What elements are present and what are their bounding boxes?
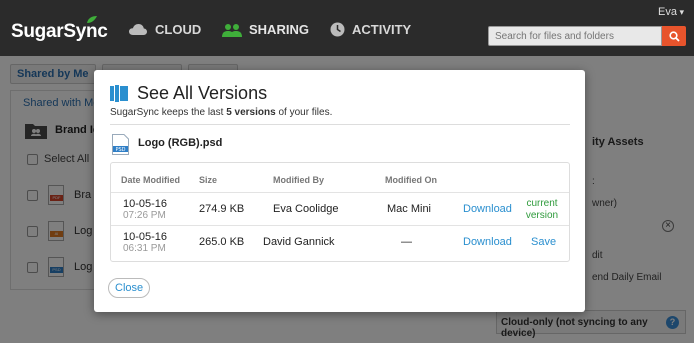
current-version-label: current version <box>525 198 559 221</box>
nav-cloud[interactable]: CLOUD <box>128 22 201 37</box>
column-header-modified-by: Modified By <box>273 175 324 185</box>
download-link[interactable]: Download <box>463 236 512 248</box>
version-time: 07:26 PM <box>123 210 166 221</box>
version-time: 06:31 PM <box>123 243 166 254</box>
svg-text:PSD: PSD <box>115 147 125 153</box>
dialog-title: See All Versions <box>137 83 268 103</box>
user-menu[interactable]: Eva <box>658 6 684 18</box>
versions-icon <box>110 85 128 102</box>
search-button[interactable] <box>662 26 686 46</box>
version-modified-on: Mac Mini <box>387 203 432 215</box>
column-header-size: Size <box>199 175 218 185</box>
nav-activity-label: ACTIVITY <box>352 22 412 37</box>
version-size: 274.9 KB <box>199 203 245 215</box>
column-header-date: Date Modified <box>121 175 181 185</box>
search-icon <box>668 30 680 42</box>
search-input[interactable] <box>488 26 662 46</box>
sugarsync-logo[interactable]: SugarSync <box>11 21 108 43</box>
save-version-link[interactable]: Save <box>531 236 556 248</box>
nav-sharing[interactable]: SHARING <box>222 22 309 37</box>
cloud-icon <box>129 24 147 35</box>
row-divider <box>111 192 569 193</box>
nav-sharing-label: SHARING <box>249 22 309 37</box>
version-date: 10-05-16 <box>123 231 168 243</box>
psd-file-icon: PSD <box>112 134 129 155</box>
people-icon <box>222 23 242 37</box>
divider <box>110 124 570 125</box>
version-date: 10-05-16 <box>123 198 168 210</box>
column-header-modified-on: Modified On <box>385 175 437 185</box>
close-button[interactable]: Close <box>108 278 151 298</box>
nav-activity[interactable]: ACTIVITY <box>330 22 411 37</box>
file-name: Logo (RGB).psd <box>138 137 223 149</box>
leaf-icon <box>87 16 97 23</box>
top-navigation-bar: SugarSync CLOUD SHARING ACTIVITY Eva <box>0 0 694 56</box>
version-modified-by: Eva Coolidge <box>273 203 339 215</box>
version-modified-by: David Gannick <box>263 236 335 248</box>
nav-cloud-label: CLOUD <box>155 22 202 37</box>
dialog-subtitle: SugarSync keeps the last 5 versions of y… <box>110 107 333 118</box>
versions-table: Date Modified Size Modified By Modified … <box>110 162 570 262</box>
version-size: 265.0 KB <box>199 236 245 248</box>
see-all-versions-dialog: See All Versions SugarSync keeps the las… <box>94 70 585 312</box>
row-divider <box>111 225 569 226</box>
clock-icon <box>330 22 345 37</box>
download-link[interactable]: Download <box>463 203 512 215</box>
version-modified-on: — <box>401 236 412 248</box>
